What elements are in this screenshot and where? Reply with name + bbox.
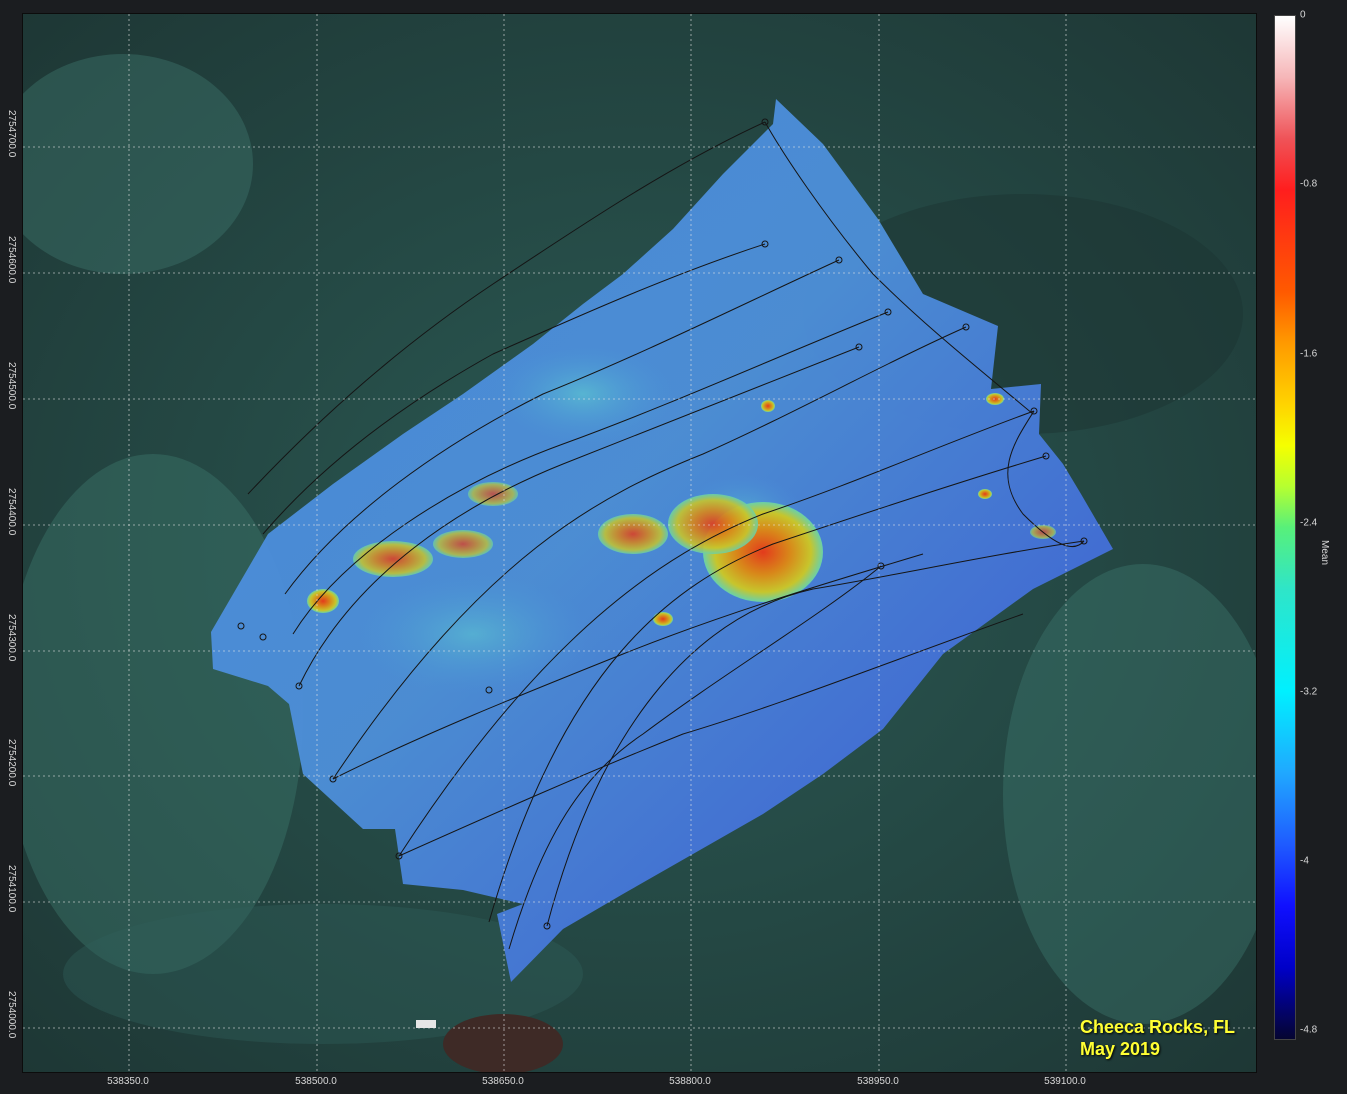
colorbar-tick: -4.8 xyxy=(1300,1024,1318,1036)
caption-location: Cheeca Rocks, FL xyxy=(1080,1017,1236,1037)
island-marker xyxy=(416,1020,436,1028)
y-tick-label: 2754400.0 xyxy=(6,488,17,536)
y-tick-label: 2754300.0 xyxy=(6,614,17,662)
depth-colorbar xyxy=(1274,15,1296,1040)
y-tick-label: 2754000.0 xyxy=(6,991,17,1039)
x-tick-label: 538500.0 xyxy=(295,1076,337,1087)
island xyxy=(443,1014,563,1072)
caption-date: May 2019 xyxy=(1080,1039,1161,1059)
colorbar-tick: -3.2 xyxy=(1300,686,1318,698)
x-tick-label: 539100.0 xyxy=(1044,1076,1086,1087)
map-caption: Cheeca Rocks, FL May 2019 xyxy=(1080,1016,1235,1060)
y-tick-label: 2754100.0 xyxy=(6,865,17,913)
map-frame: 538350.0 538500.0 538650.0 538800.0 5389… xyxy=(0,0,1347,1094)
x-tick-label: 538950.0 xyxy=(857,1076,899,1087)
colorbar-tick: -0.8 xyxy=(1300,178,1318,190)
colorbar-tick: -1.6 xyxy=(1300,348,1318,360)
map-canvas xyxy=(23,14,1256,1072)
colorbar-tick: -4 xyxy=(1300,855,1309,867)
colorbar-tick: -2.4 xyxy=(1300,517,1318,529)
y-tick-label: 2754500.0 xyxy=(6,362,17,410)
colorbar-title: Mean xyxy=(1319,540,1330,566)
y-tick-label: 2754600.0 xyxy=(6,236,17,284)
bathymetry-map[interactable] xyxy=(22,13,1257,1073)
colorbar-tick: 0 xyxy=(1300,9,1306,21)
y-tick-label: 2754700.0 xyxy=(6,110,17,158)
x-tick-label: 538350.0 xyxy=(107,1076,149,1087)
x-tick-label: 538800.0 xyxy=(669,1076,711,1087)
y-tick-label: 2754200.0 xyxy=(6,739,17,787)
x-tick-label: 538650.0 xyxy=(482,1076,524,1087)
